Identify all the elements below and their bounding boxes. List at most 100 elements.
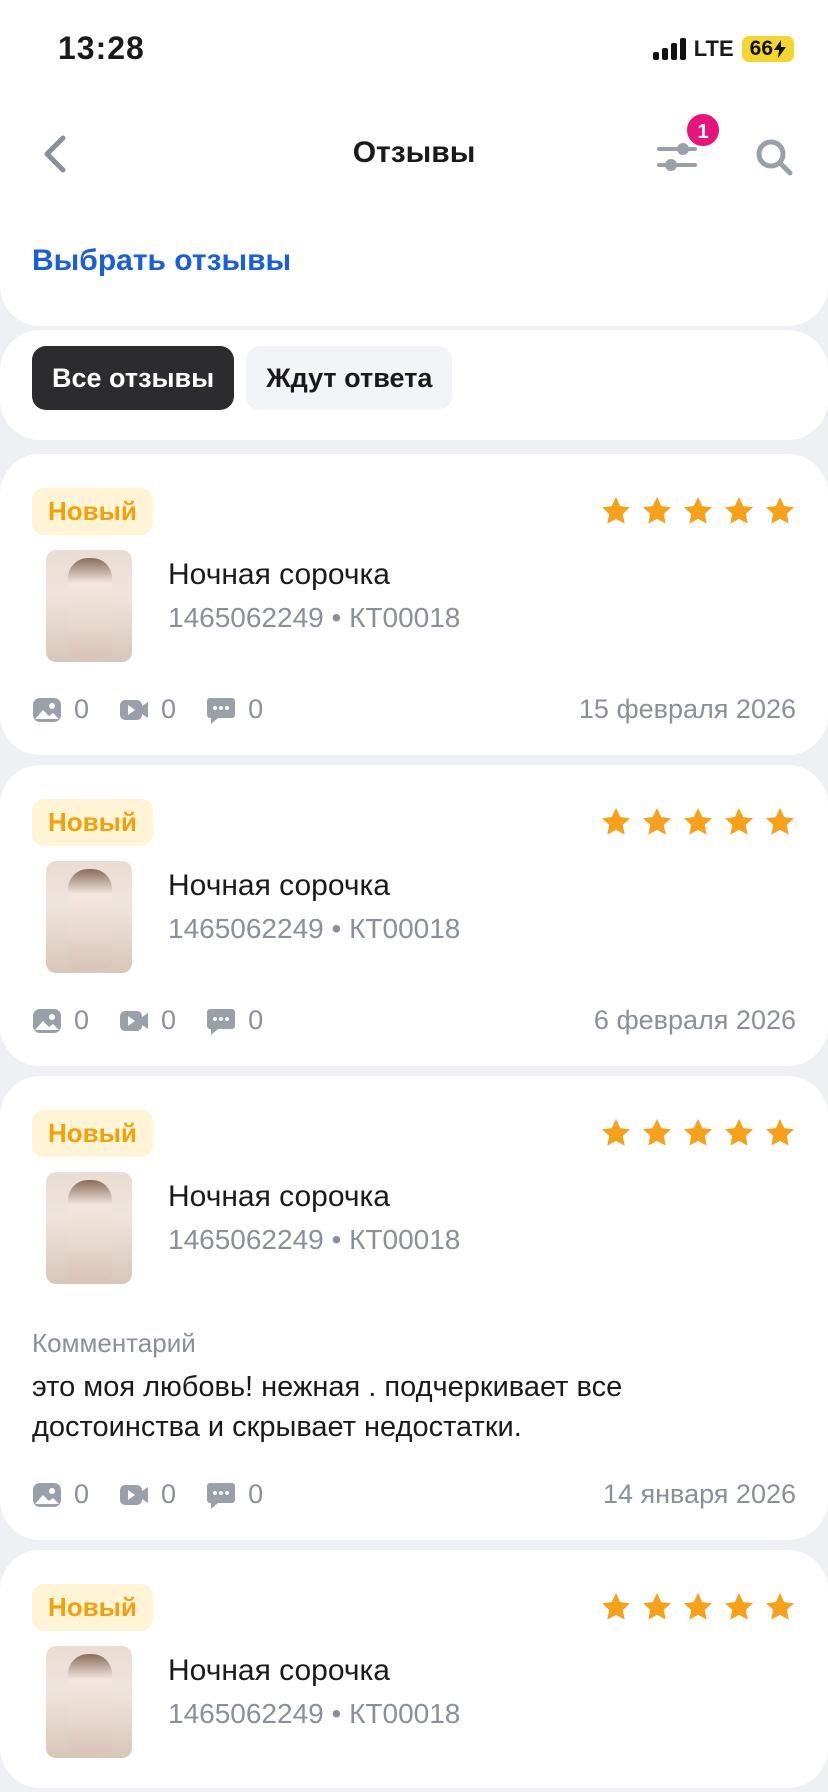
product-article: 1465062249 • КТ00018: [168, 602, 461, 633]
star-icon: [643, 1119, 671, 1146]
video-count: 0: [161, 694, 177, 724]
star-rating: [600, 1117, 796, 1149]
review-card[interactable]: Новый Ночная сорочка 1465062249 • КТ0001…: [0, 454, 828, 755]
select-reviews-row: Выбрать отзывы: [0, 212, 828, 296]
photo-count: 0: [74, 1479, 90, 1509]
product-info: Ночная сорочка 1465062249 • КТ00018: [32, 861, 796, 973]
star-icon: [684, 808, 712, 835]
review-date: 14 января 2026: [602, 1479, 796, 1509]
star-icon: [725, 1119, 753, 1146]
star-icon: [684, 1593, 712, 1620]
star-icon: [602, 1119, 630, 1146]
status-indicators: LTE 66: [652, 36, 794, 62]
media-counters: 0 0 0: [32, 1005, 263, 1036]
video-counter: 0: [119, 1005, 176, 1036]
new-badge: Новый: [32, 1109, 153, 1157]
network-label: LTE: [693, 36, 734, 61]
product-article: 1465062249 • КТ00018: [168, 1698, 461, 1729]
comment-count: 0: [248, 1479, 264, 1509]
review-date: 15 февраля 2026: [578, 694, 796, 724]
photo-counter: 0: [32, 1479, 89, 1510]
star-icon: [684, 1119, 712, 1146]
select-reviews-link[interactable]: Выбрать отзывы: [32, 244, 291, 277]
star-rating: [600, 1591, 796, 1623]
new-badge: Новый: [32, 1583, 153, 1631]
product-name: Ночная сорочка: [168, 1654, 390, 1687]
product-article: 1465062249 • КТ00018: [168, 1224, 461, 1255]
charging-icon: [774, 40, 786, 58]
video-count: 0: [161, 1479, 177, 1509]
product-article: 1465062249 • КТ00018: [168, 913, 461, 944]
product-thumbnail: [46, 1646, 132, 1758]
review-date: 6 февраля 2026: [593, 1005, 796, 1035]
review-list: Новый Ночная сорочка 1465062249 • КТ0001…: [0, 440, 828, 1788]
review-card[interactable]: Новый Ночная сорочка 1465062249 • КТ0001…: [0, 1550, 828, 1788]
tab-all-reviews[interactable]: Все отзывы: [32, 346, 235, 410]
review-tabs: Все отзывы Ждут ответа: [0, 330, 828, 440]
star-icon: [684, 497, 712, 524]
photo-counter: 0: [32, 694, 89, 725]
photo-icon: [33, 1008, 61, 1033]
comment-counter: 0: [206, 1479, 263, 1510]
media-counters: 0 0 0: [32, 1479, 263, 1510]
chat-bubble-icon: [207, 1008, 236, 1035]
star-icon: [766, 1593, 794, 1620]
product-info: Ночная сорочка 1465062249 • КТ00018: [32, 1646, 796, 1758]
star-icon: [766, 808, 794, 835]
star-icon: [725, 1593, 753, 1620]
star-icon: [643, 497, 671, 524]
filter-sliders-icon: [657, 143, 697, 171]
product-thumbnail: [46, 550, 132, 662]
chat-bubble-icon: [207, 1482, 236, 1509]
star-icon: [643, 808, 671, 835]
star-icon: [766, 497, 794, 524]
star-icon: [602, 1593, 630, 1620]
photo-count: 0: [74, 694, 90, 724]
product-name: Ночная сорочка: [168, 869, 390, 902]
comment-label: Комментарий: [32, 1328, 196, 1358]
star-icon: [725, 808, 753, 835]
video-counter: 0: [119, 694, 176, 725]
chat-bubble-icon: [207, 697, 236, 724]
comment-counter: 0: [206, 694, 263, 725]
star-icon: [725, 497, 753, 524]
video-counter: 0: [119, 1479, 176, 1510]
media-counters: 0 0 0: [32, 694, 263, 725]
star-rating: [600, 495, 796, 527]
star-icon: [766, 1119, 794, 1146]
new-badge: Новый: [32, 798, 153, 846]
product-thumbnail: [46, 861, 132, 973]
star-icon: [643, 1593, 671, 1620]
signal-icon: [652, 38, 686, 60]
status-time: 13:28: [58, 30, 145, 66]
tab-awaiting-reply[interactable]: Ждут ответа: [246, 346, 453, 410]
photo-icon: [33, 697, 61, 722]
video-icon: [120, 699, 149, 720]
comment-count: 0: [248, 694, 264, 724]
video-icon: [120, 1484, 149, 1505]
new-badge: Новый: [32, 487, 153, 535]
product-thumbnail: [46, 1172, 132, 1284]
star-icon: [602, 497, 630, 524]
battery-level: 66: [749, 37, 773, 60]
battery-indicator: 66: [741, 36, 794, 62]
status-bar: 13:28 LTE 66: [0, 0, 828, 100]
product-name: Ночная сорочка: [168, 1180, 390, 1213]
photo-icon: [33, 1482, 61, 1507]
product-info: Ночная сорочка 1465062249 • КТ00018: [32, 1172, 796, 1284]
filter-count-badge: 1: [685, 112, 721, 148]
comment-count: 0: [248, 1005, 264, 1035]
review-card[interactable]: Новый Ночная сорочка 1465062249 • КТ0001…: [0, 765, 828, 1066]
photo-counter: 0: [32, 1005, 89, 1036]
star-rating: [600, 806, 796, 838]
top-panel: 13:28 LTE 66 Отзывы Выбрать отзывы: [0, 0, 828, 326]
product-name: Ночная сорочка: [168, 558, 390, 591]
video-count: 0: [161, 1005, 177, 1035]
search-button[interactable]: [745, 128, 803, 186]
comment-counter: 0: [206, 1005, 263, 1036]
review-card[interactable]: Новый Ночная сорочка 1465062249 • КТ0001…: [0, 1076, 828, 1540]
product-info: Ночная сорочка 1465062249 • КТ00018: [32, 550, 796, 662]
search-icon: [756, 139, 793, 176]
photo-count: 0: [74, 1005, 90, 1035]
video-icon: [120, 1010, 149, 1031]
